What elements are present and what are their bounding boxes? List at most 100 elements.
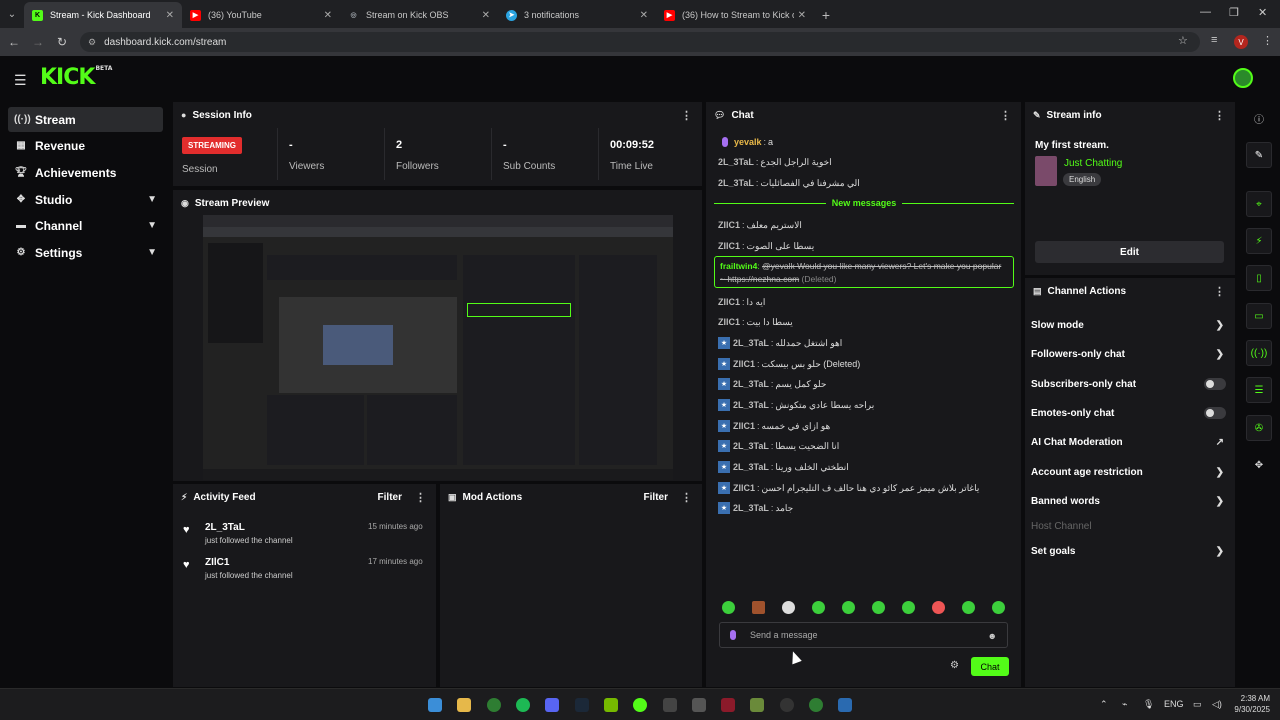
chat-username[interactable]: 2L_3TaL bbox=[733, 379, 769, 389]
follower-name[interactable]: 2L_3TaL bbox=[205, 522, 245, 533]
reload-icon[interactable]: ↻ bbox=[50, 35, 74, 49]
chat-message[interactable]: 2L_3TaL: اخوية الراجل الجدع bbox=[718, 155, 832, 169]
chat-username[interactable]: 2L_3TaL bbox=[733, 503, 769, 513]
chat-message[interactable]: ZIlC1: الاستريم معلف bbox=[718, 218, 802, 232]
more-options-icon[interactable]: ⋮ bbox=[1214, 109, 1225, 122]
widgets-icon[interactable]: ✥ bbox=[1246, 452, 1272, 478]
chat-message-input[interactable]: Send a message ☻ bbox=[719, 622, 1008, 648]
kick-logo[interactable]: KICKBETA bbox=[40, 65, 112, 90]
more-options-icon[interactable]: ⋮ bbox=[1214, 285, 1225, 298]
display-icon[interactable]: ▭ bbox=[1193, 699, 1202, 710]
follower-name[interactable]: ZIlC1 bbox=[205, 557, 229, 568]
app-icon[interactable] bbox=[750, 698, 764, 712]
edit-button[interactable]: Edit bbox=[1035, 241, 1224, 263]
filter-button[interactable]: Filter bbox=[378, 492, 402, 503]
chat-message[interactable]: ZIlC1: يسطا دا بيت bbox=[718, 315, 793, 329]
language-indicator[interactable]: ENG bbox=[1164, 699, 1184, 709]
close-icon[interactable]: ✕ bbox=[166, 10, 174, 21]
bookmark-star-icon[interactable]: ☆ bbox=[1178, 34, 1188, 47]
bolt-icon[interactable]: ⚡︎ bbox=[1246, 228, 1272, 254]
tab-obs[interactable]: ◎ Stream on Kick OBS ✕ bbox=[340, 2, 498, 28]
steam-icon[interactable] bbox=[575, 698, 589, 712]
emote-icon[interactable] bbox=[962, 601, 975, 614]
action-account-age[interactable]: Account age restriction ❯ bbox=[1031, 462, 1226, 482]
chat-username[interactable]: 2L_3TaL bbox=[733, 400, 769, 410]
action-ai-moderation[interactable]: AI Chat Moderation ↗ bbox=[1031, 432, 1226, 452]
emote-icon[interactable] bbox=[932, 601, 945, 614]
chat-username[interactable]: ZIlC1 bbox=[718, 297, 740, 307]
emote-icon[interactable] bbox=[782, 601, 795, 614]
chat-message[interactable]: yevalk: a bbox=[718, 135, 773, 149]
nvidia-icon[interactable] bbox=[604, 698, 618, 712]
chrome-active-icon[interactable] bbox=[809, 698, 823, 712]
more-options-icon[interactable]: ⋮ bbox=[681, 109, 692, 122]
volume-icon[interactable]: ◁) bbox=[1212, 699, 1222, 710]
chat-message[interactable]: ★ ZIlC1: هو ازاي في خمسه bbox=[718, 419, 830, 433]
forward-icon[interactable]: → bbox=[26, 35, 50, 49]
chat-message[interactable]: ★ 2L_3TaL: انا الضحيت يسطا bbox=[718, 439, 839, 453]
action-slow-mode[interactable]: Slow mode ❯ bbox=[1031, 315, 1226, 335]
maximize-icon[interactable]: ❐ bbox=[1229, 6, 1239, 19]
sidebar-item-channel[interactable]: ▬ Channel ▼ bbox=[8, 213, 163, 238]
pencil-icon[interactable]: ✎ bbox=[1246, 142, 1272, 168]
chat-message[interactable]: ★ 2L_3TaL: اهو اشتغل حمدلله bbox=[718, 336, 842, 350]
action-set-goals[interactable]: Set goals ❯ bbox=[1031, 541, 1226, 561]
stream-preview-video[interactable] bbox=[203, 215, 673, 480]
sidebar-item-studio[interactable]: ✥ Studio ▼ bbox=[8, 187, 163, 212]
app-icon[interactable] bbox=[838, 698, 852, 712]
close-icon[interactable]: ✕ bbox=[324, 10, 332, 21]
new-tab-button[interactable]: + bbox=[814, 2, 838, 28]
emotes-only-toggle[interactable] bbox=[1204, 407, 1226, 419]
tab-youtube-howto[interactable]: ▶ (36) How to Stream to Kick on ... ✕ bbox=[656, 2, 814, 28]
sidebar-item-revenue[interactable]: ▦ Revenue bbox=[8, 133, 163, 158]
chat-message[interactable]: ZIlC1: ايه دا bbox=[718, 295, 765, 309]
broadcast-icon[interactable]: ((·)) bbox=[1246, 340, 1272, 366]
chat-username[interactable]: yevalk bbox=[734, 137, 762, 147]
chat-username[interactable]: ZIlC1 bbox=[718, 241, 740, 251]
action-followers-only[interactable]: Followers-only chat ❯ bbox=[1031, 344, 1226, 364]
profile-avatar[interactable]: V bbox=[1234, 35, 1248, 49]
send-chat-button[interactable]: Chat bbox=[971, 657, 1009, 676]
info-icon[interactable]: ⓘ bbox=[1246, 105, 1272, 131]
site-info-icon[interactable]: ⚙ bbox=[88, 37, 96, 48]
emoji-icon[interactable]: ☻ bbox=[988, 631, 997, 641]
mic-tray-icon[interactable]: 🎙︎ bbox=[1143, 699, 1154, 710]
back-icon[interactable]: ← bbox=[2, 35, 26, 49]
chat-username[interactable]: 2L_3TaL bbox=[733, 462, 769, 472]
tab-search-icon[interactable]: ⌄ bbox=[0, 0, 24, 28]
spotify-icon[interactable] bbox=[516, 698, 530, 712]
chat-message[interactable]: ZIlC1: يسطا على الصوت bbox=[718, 239, 814, 253]
app-icon[interactable] bbox=[692, 698, 706, 712]
close-icon[interactable]: ✕ bbox=[798, 10, 806, 21]
chat-username[interactable]: ZIlC1 bbox=[733, 421, 755, 431]
chat-username[interactable]: ZIlC1 bbox=[718, 317, 740, 327]
browser-menu-icon[interactable]: ⋮ bbox=[1262, 34, 1273, 47]
app-icon[interactable] bbox=[721, 698, 735, 712]
chat-message[interactable]: ★ ZIlC1: حلو بس بيسكت (Deleted) bbox=[718, 357, 860, 371]
chat-message[interactable]: ★ 2L_3TaL: حلو كمل يسم bbox=[718, 377, 826, 391]
kick-app-icon[interactable] bbox=[633, 698, 647, 712]
tray-expand-icon[interactable]: ⌃ bbox=[1100, 699, 1108, 710]
more-options-icon[interactable]: ⋮ bbox=[681, 491, 692, 504]
sidebar-item-stream[interactable]: ((·)) Stream bbox=[8, 107, 163, 132]
emote-icon[interactable] bbox=[992, 601, 1005, 614]
user-avatar[interactable] bbox=[1233, 68, 1253, 88]
system-clock[interactable]: 2:38 AM 9/30/2025 bbox=[1226, 693, 1270, 715]
emote-icon[interactable] bbox=[722, 601, 735, 614]
url-field[interactable]: ⚙ dashboard.kick.com/stream bbox=[80, 32, 1200, 52]
mobile-icon[interactable]: ▯ bbox=[1246, 265, 1272, 291]
chat-username[interactable]: frailtwin4 bbox=[720, 261, 757, 271]
filter-button[interactable]: Filter bbox=[644, 492, 668, 503]
emote-icon[interactable] bbox=[902, 601, 915, 614]
obs-icon[interactable] bbox=[780, 698, 794, 712]
subscribers-only-toggle[interactable] bbox=[1204, 378, 1226, 390]
close-icon[interactable]: ✕ bbox=[640, 10, 648, 21]
chat-username[interactable]: ZIlC1 bbox=[733, 483, 755, 493]
tab-telegram[interactable]: ➤ 3 notifications ✕ bbox=[498, 2, 656, 28]
focus-icon[interactable]: ⌖ bbox=[1246, 191, 1272, 217]
app-icon[interactable] bbox=[663, 698, 677, 712]
chat-username[interactable]: 2L_3TaL bbox=[718, 178, 754, 188]
emote-icon[interactable] bbox=[872, 601, 885, 614]
more-options-icon[interactable]: ⋮ bbox=[1000, 109, 1011, 122]
sidebar-item-settings[interactable]: ⚙ Settings ▼ bbox=[8, 240, 163, 265]
